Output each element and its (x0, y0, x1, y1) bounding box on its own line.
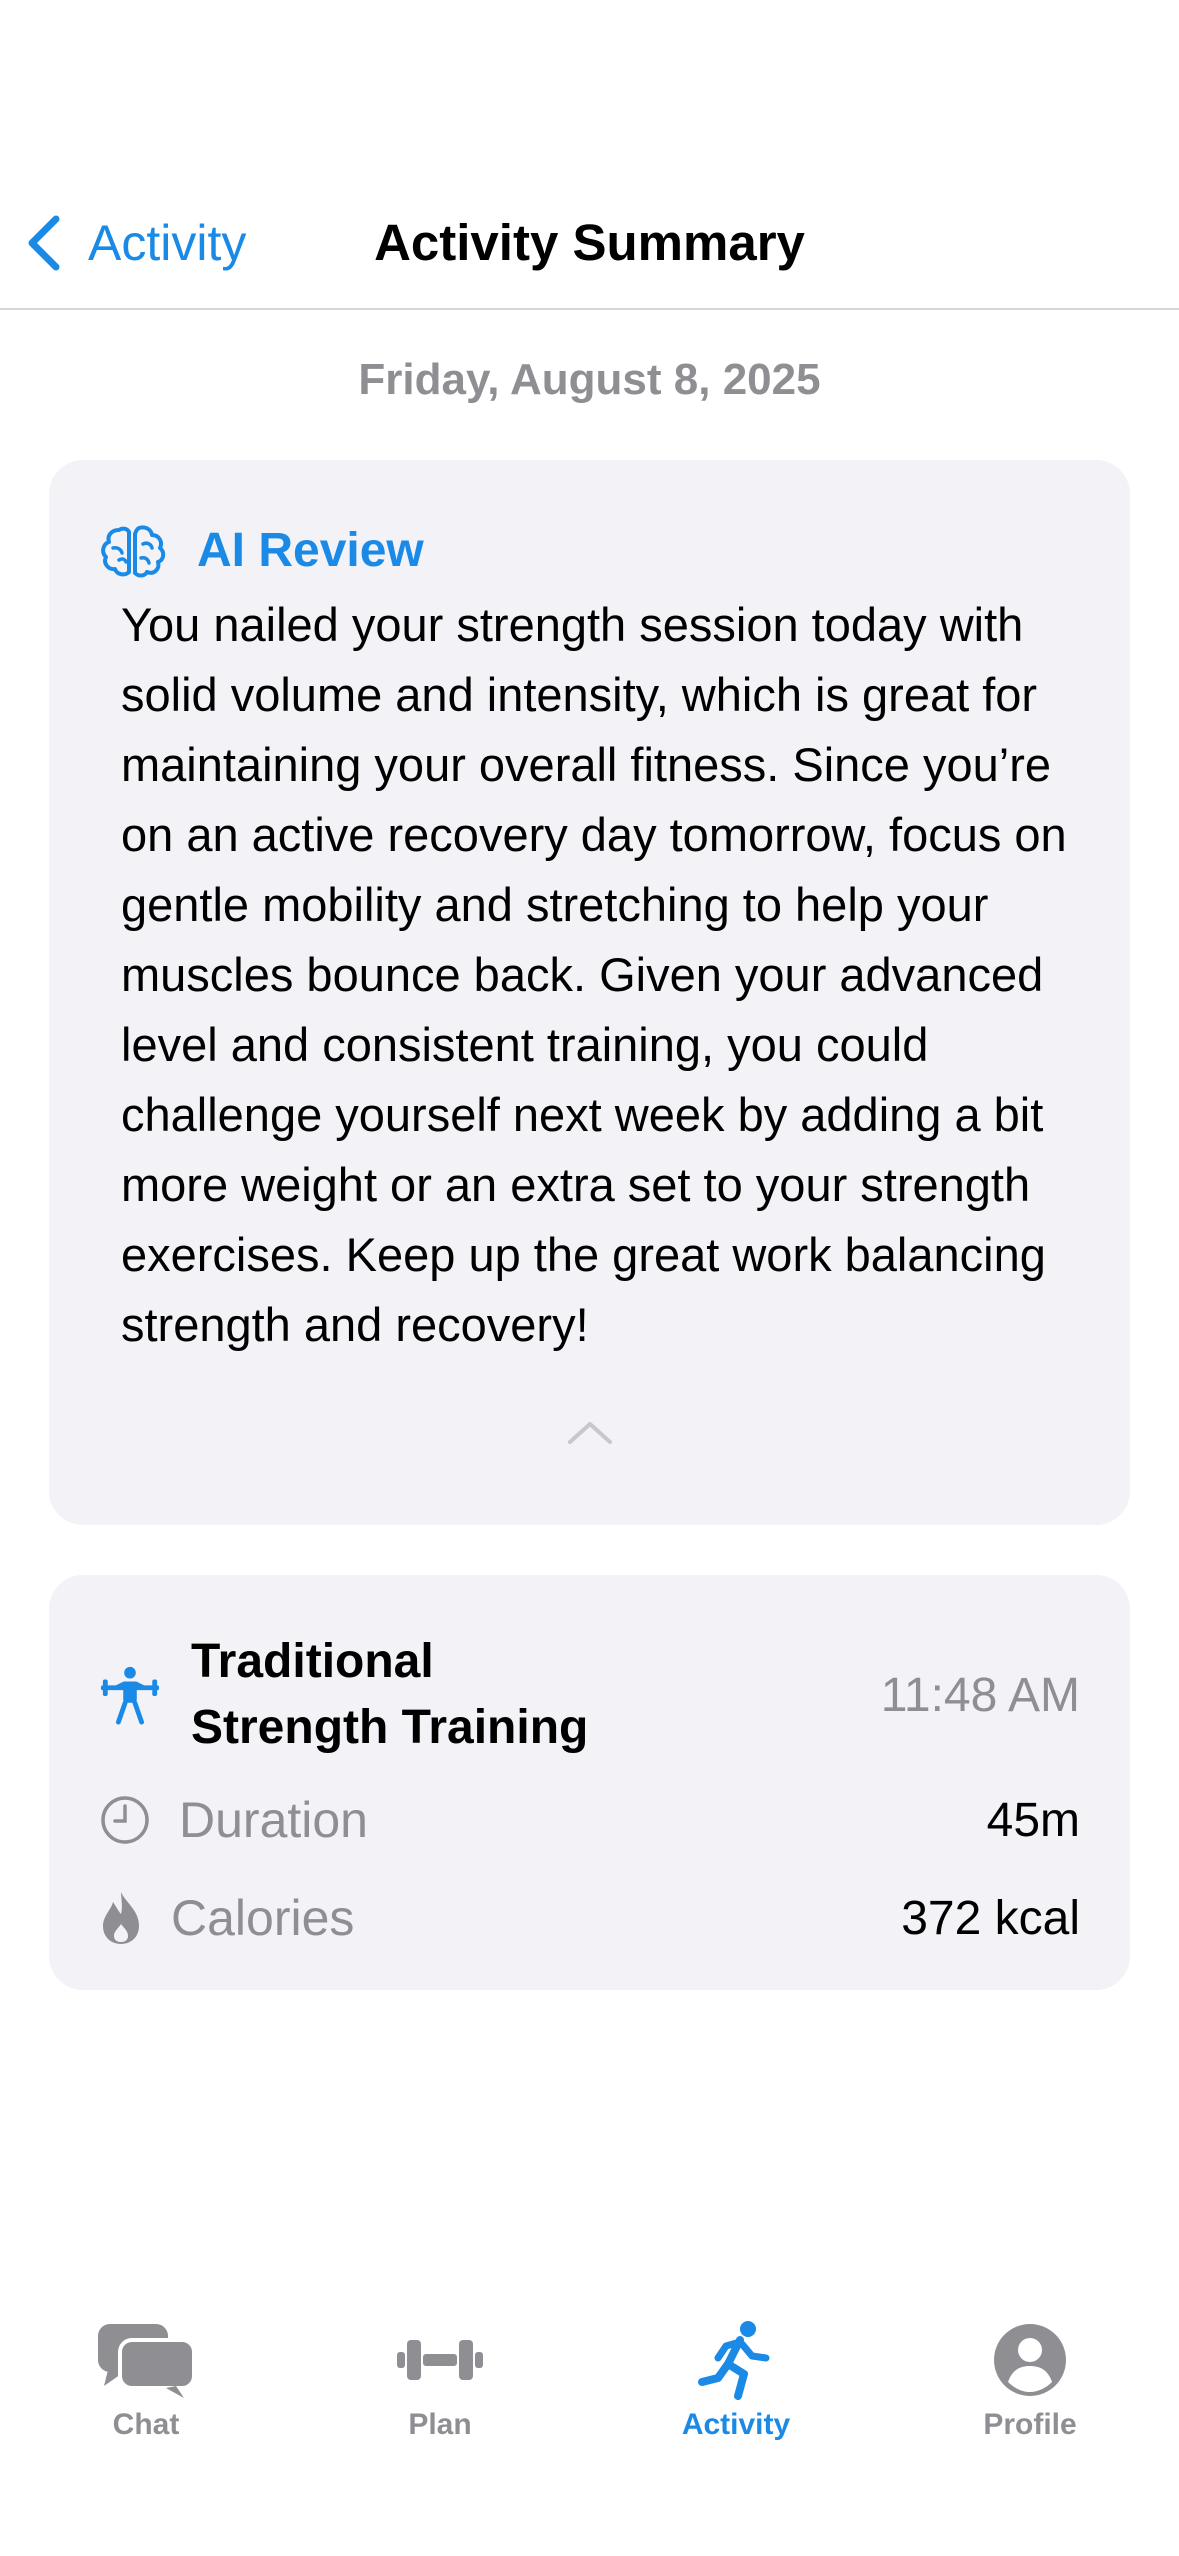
tab-activity[interactable]: Activity (636, 2320, 836, 2442)
person-circle-icon (994, 2324, 1066, 2396)
calories-label: Calories (171, 1890, 355, 1946)
tab-plan[interactable]: Plan (340, 2320, 540, 2442)
duration-value: 45m (986, 1793, 1080, 1847)
dumbbell-icon (397, 2340, 483, 2380)
workout-title-line1: Traditional (191, 1635, 434, 1688)
duration-label: Duration (179, 1792, 368, 1848)
ai-review-header: AI Review (99, 510, 424, 590)
tab-profile[interactable]: Profile (930, 2320, 1130, 2442)
workout-title: Traditional Strength Training (191, 1629, 588, 1761)
calories-value: 372 kcal (901, 1891, 1080, 1945)
workout-card[interactable]: Traditional Strength Training 11:48 AM D… (49, 1575, 1130, 1990)
ai-review-title: AI Review (197, 523, 424, 577)
tab-profile-label: Profile (983, 2408, 1077, 2441)
collapse-chevron-icon[interactable] (566, 1420, 614, 1446)
running-figure-icon (698, 2321, 770, 2400)
tab-chat-label: Chat (112, 2408, 180, 2441)
summary-date: Friday, August 8, 2025 (358, 355, 821, 404)
clock-icon (101, 1796, 149, 1844)
tab-bar: Chat Plan Activity Profile (0, 2300, 1179, 2556)
tab-chat[interactable]: Chat (46, 2320, 246, 2442)
calories-row: Calories 372 kcal (99, 1883, 1080, 1953)
workout-time: 11:48 AM (880, 1668, 1080, 1722)
weightlifter-icon (100, 1666, 160, 1725)
chat-bubbles-icon (98, 2324, 196, 2398)
page-title: Activity Summary (374, 214, 805, 271)
navigation-bar: Activity Activity Summary (0, 0, 1179, 310)
workout-header-row: Traditional Strength Training 11:48 AM (99, 1625, 1080, 1765)
workout-title-line2: Strength Training (191, 1701, 589, 1754)
tab-activity-label: Activity (681, 2408, 791, 2441)
ai-review-text: You nailed your strength session today w… (121, 598, 1067, 1351)
brain-icon (101, 525, 166, 578)
ai-review-card: AI Review You nailed your strength sessi… (49, 460, 1130, 1525)
duration-row: Duration 45m (99, 1785, 1080, 1855)
tab-plan-label: Plan (408, 2408, 472, 2441)
flame-icon (103, 1892, 139, 1944)
